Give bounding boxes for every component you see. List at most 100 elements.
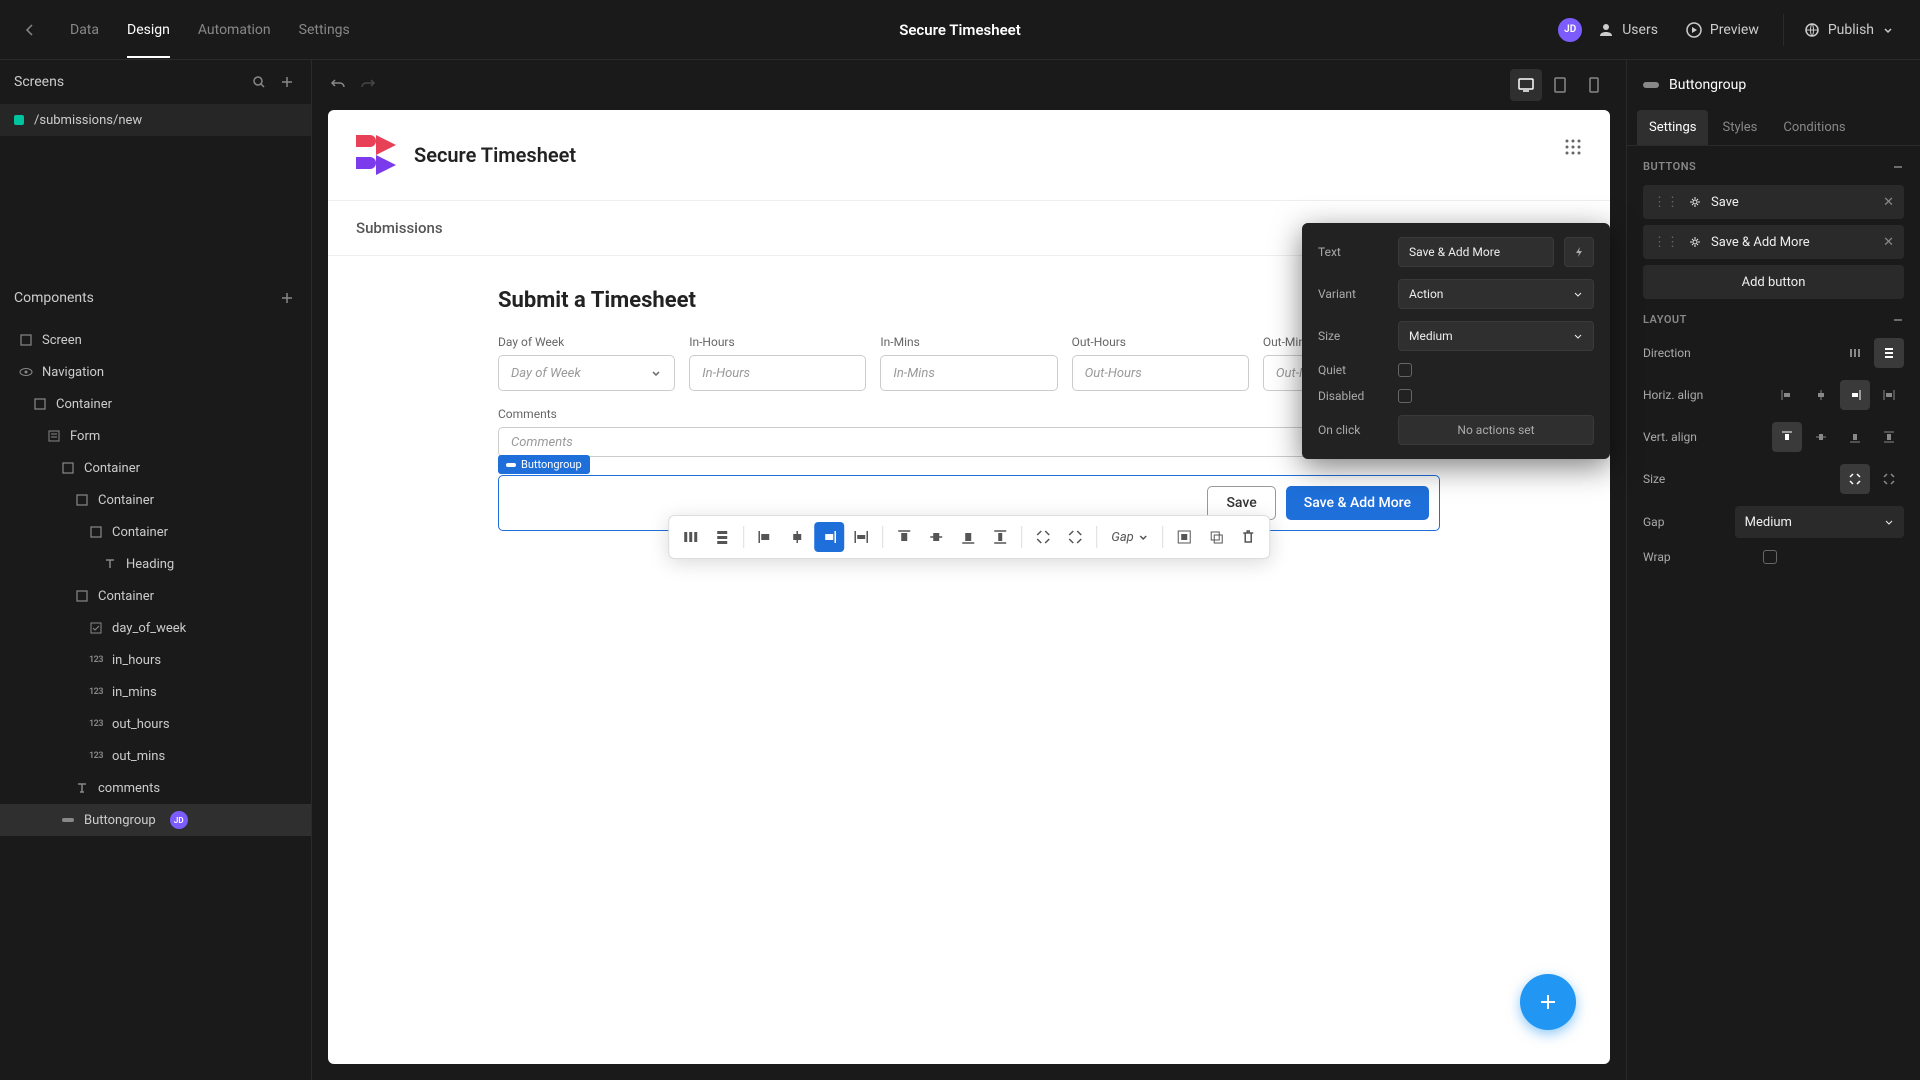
rp-remove-button[interactable]: ✕ xyxy=(1883,235,1894,250)
minus-icon[interactable] xyxy=(1892,161,1904,173)
pop-quiet-checkbox[interactable] xyxy=(1398,363,1412,377)
in-mins-input[interactable] xyxy=(880,355,1057,391)
rp-halign-center[interactable] xyxy=(1806,380,1836,410)
ft-padding[interactable] xyxy=(1169,522,1199,552)
rp-wrap-checkbox[interactable] xyxy=(1763,550,1777,564)
preview-button[interactable]: Preview xyxy=(1674,14,1771,46)
rp-remove-button[interactable]: ✕ xyxy=(1883,195,1894,210)
rp-gap-select[interactable]: Medium xyxy=(1735,506,1904,538)
ft-halign-start[interactable] xyxy=(750,522,780,552)
rp-halign-start[interactable] xyxy=(1772,380,1802,410)
tree-item-day-of-week[interactable]: day_of_week xyxy=(0,612,311,644)
redo-button[interactable] xyxy=(358,75,378,95)
tree-item-container[interactable]: Container xyxy=(0,580,311,612)
pop-binding-button[interactable] xyxy=(1564,237,1594,267)
rp-valign-start[interactable] xyxy=(1772,422,1802,452)
add-component-button[interactable] xyxy=(277,288,297,308)
add-screen-button[interactable] xyxy=(277,72,297,92)
out-hours-input[interactable] xyxy=(1072,355,1249,391)
search-screens-button[interactable] xyxy=(249,72,269,92)
ft-valign-start[interactable] xyxy=(889,522,919,552)
users-button[interactable]: Users xyxy=(1586,14,1670,46)
trash-icon xyxy=(1240,529,1256,545)
tree-item-out-hours[interactable]: 123out_hours xyxy=(0,708,311,740)
tree-item-container[interactable]: Container xyxy=(0,452,311,484)
tree-item-in-hours[interactable]: 123in_hours xyxy=(0,644,311,676)
rp-valign-stretch[interactable] xyxy=(1874,422,1904,452)
fab-add-button[interactable] xyxy=(1520,974,1576,1030)
pop-text-input[interactable]: Save & Add More xyxy=(1398,237,1554,267)
screen-item[interactable]: /submissions/new xyxy=(0,104,311,136)
minus-icon[interactable] xyxy=(1892,314,1904,326)
rp-add-button[interactable]: Add button xyxy=(1643,265,1904,299)
subnav-submissions[interactable]: Submissions xyxy=(356,219,443,237)
device-tablet[interactable] xyxy=(1544,69,1576,101)
tree-item-comments[interactable]: comments xyxy=(0,772,311,804)
app-menu-button[interactable] xyxy=(1564,138,1582,156)
rp-tab-styles[interactable]: Styles xyxy=(1710,110,1769,145)
pop-variant-select[interactable]: Action xyxy=(1398,279,1594,309)
user-avatar[interactable]: JD xyxy=(1558,18,1582,42)
tab-automation[interactable]: Automation xyxy=(186,2,283,58)
tree-item-buttongroup[interactable]: ButtongroupJD xyxy=(0,804,311,836)
rp-button-item-save[interactable]: ⋮⋮ Save ✕ xyxy=(1643,185,1904,219)
drag-handle-icon[interactable]: ⋮⋮ xyxy=(1653,195,1679,210)
day-of-week-select[interactable]: Day of Week xyxy=(498,355,675,391)
device-mobile[interactable] xyxy=(1578,69,1610,101)
tree-item-container[interactable]: Container xyxy=(0,516,311,548)
ft-size-shrink[interactable] xyxy=(1028,522,1058,552)
ft-gap-select[interactable]: Gap xyxy=(1103,530,1156,545)
rp-button-item-save-add[interactable]: ⋮⋮ Save & Add More ✕ xyxy=(1643,225,1904,259)
pop-onclick-button[interactable]: No actions set xyxy=(1398,415,1594,445)
tab-data[interactable]: Data xyxy=(58,2,111,58)
rp-direction-col[interactable] xyxy=(1874,338,1904,368)
ft-valign-center[interactable] xyxy=(921,522,951,552)
check-icon xyxy=(88,620,104,636)
ft-valign-end[interactable] xyxy=(953,522,983,552)
in-hours-input[interactable] xyxy=(689,355,866,391)
tree-item-form[interactable]: Form xyxy=(0,420,311,452)
gear-icon[interactable] xyxy=(1689,196,1701,208)
tree-item-container[interactable]: Container xyxy=(0,388,311,420)
tab-design[interactable]: Design xyxy=(115,2,182,58)
save-add-more-button[interactable]: Save & Add More xyxy=(1286,486,1429,520)
tab-settings[interactable]: Settings xyxy=(287,2,362,58)
canvas-app-title: Secure Timesheet xyxy=(414,143,576,167)
rp-tab-conditions[interactable]: Conditions xyxy=(1771,110,1857,145)
gear-icon[interactable] xyxy=(1689,236,1701,248)
tree-item-navigation[interactable]: Navigation xyxy=(0,356,311,388)
ft-halign-center[interactable] xyxy=(782,522,812,552)
pop-size-select[interactable]: Medium xyxy=(1398,321,1594,351)
device-desktop[interactable] xyxy=(1510,69,1542,101)
ft-delete[interactable] xyxy=(1233,522,1263,552)
rp-direction-row[interactable] xyxy=(1840,338,1870,368)
comments-input[interactable] xyxy=(498,427,1440,457)
rp-size-shrink[interactable] xyxy=(1840,464,1870,494)
ft-halign-stretch[interactable] xyxy=(846,522,876,552)
tree-item-label: in_mins xyxy=(112,685,157,700)
tree-item-heading[interactable]: Heading xyxy=(0,548,311,580)
buttongroup-icon xyxy=(1643,80,1659,90)
rp-valign-end[interactable] xyxy=(1840,422,1870,452)
ft-direction-col[interactable] xyxy=(707,522,737,552)
ft-halign-end[interactable] xyxy=(814,522,844,552)
tree-item-in-mins[interactable]: 123in_mins xyxy=(0,676,311,708)
rp-tab-settings[interactable]: Settings xyxy=(1637,110,1708,145)
undo-button[interactable] xyxy=(328,75,348,95)
pop-disabled-checkbox[interactable] xyxy=(1398,389,1412,403)
drag-handle-icon[interactable]: ⋮⋮ xyxy=(1653,235,1679,250)
back-button[interactable] xyxy=(14,14,46,46)
ft-duplicate[interactable] xyxy=(1201,522,1231,552)
publish-button[interactable]: Publish xyxy=(1783,14,1906,46)
rp-halign-stretch[interactable] xyxy=(1874,380,1904,410)
rp-valign-center[interactable] xyxy=(1806,422,1836,452)
ft-valign-stretch[interactable] xyxy=(985,522,1015,552)
ft-direction-row[interactable] xyxy=(675,522,705,552)
ft-size-grow[interactable] xyxy=(1060,522,1090,552)
number-icon: 123 xyxy=(88,716,104,732)
rp-size-grow[interactable] xyxy=(1874,464,1904,494)
tree-item-screen[interactable]: Screen xyxy=(0,324,311,356)
tree-item-container[interactable]: Container xyxy=(0,484,311,516)
tree-item-out-mins[interactable]: 123out_mins xyxy=(0,740,311,772)
rp-halign-end[interactable] xyxy=(1840,380,1870,410)
